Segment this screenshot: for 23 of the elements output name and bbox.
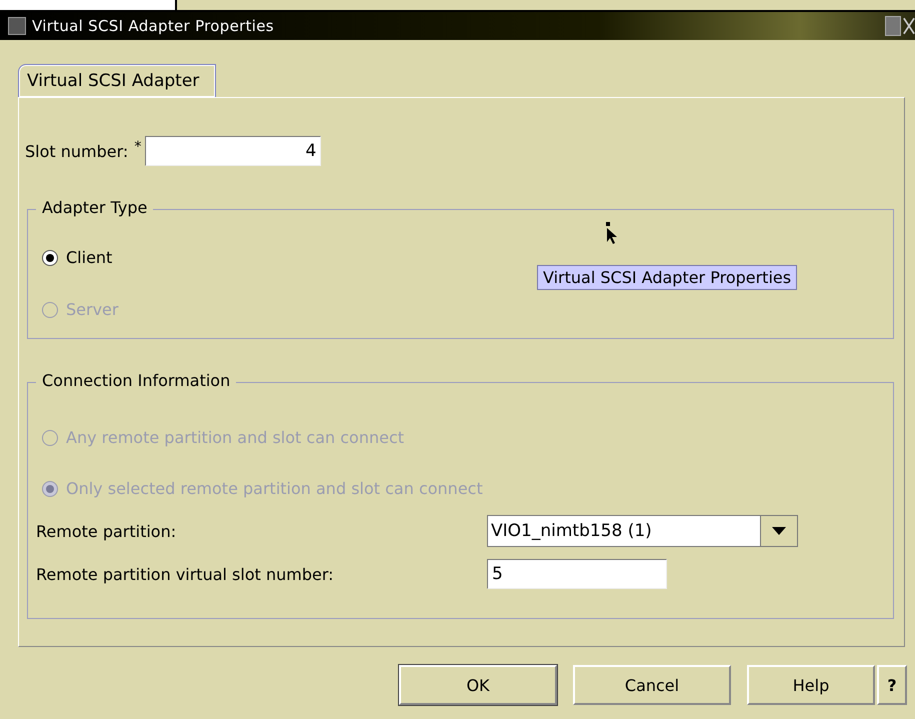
dialog-button[interactable]: Help	[747, 665, 875, 705]
window-title: Virtual SCSI Adapter Properties	[32, 17, 275, 35]
close-icon[interactable]	[903, 15, 915, 37]
radio-label: Server	[66, 300, 118, 319]
tooltip: Virtual SCSI Adapter Properties	[537, 265, 798, 290]
field-label: Slot number:	[25, 142, 128, 160]
dialog-button[interactable]: OK	[399, 665, 557, 705]
tab[interactable]: Virtual SCSI Adapter	[18, 64, 216, 97]
window-menu-icon[interactable]	[8, 17, 26, 35]
field-label: Remote partition:	[36, 522, 178, 540]
slot-number-field[interactable]: 4	[145, 136, 322, 166]
group-title: Adapter Type	[36, 198, 154, 217]
radio-label: Any remote partition and slot can connect	[66, 428, 404, 447]
radio-label: Only selected remote partition and slot can connect	[66, 479, 483, 498]
help-icon-button[interactable]: ?	[877, 665, 907, 705]
remote-slot-field[interactable]: 5	[487, 559, 667, 589]
remote-partition-dropdown[interactable]: VIO1_nimtb158 (1)	[487, 515, 798, 547]
radio-button[interactable]	[42, 250, 58, 266]
dialog-button[interactable]: Cancel	[573, 665, 731, 705]
required-mark: *	[134, 139, 142, 155]
radio-label: Client	[66, 248, 112, 267]
mouse-cursor-icon	[605, 222, 619, 244]
field-label: Remote partition virtual slot number:	[36, 564, 335, 584]
